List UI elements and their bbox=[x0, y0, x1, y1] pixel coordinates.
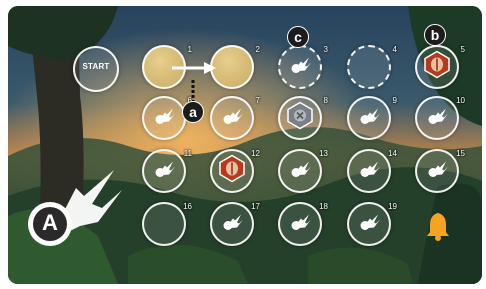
board-space-18[interactable]: 18 bbox=[278, 202, 328, 246]
comet-icon bbox=[360, 108, 380, 124]
space-number: 18 bbox=[319, 202, 328, 211]
space-content bbox=[358, 160, 380, 183]
move-arrow-icon bbox=[172, 62, 216, 74]
comet-icon bbox=[360, 214, 380, 230]
board-space-7[interactable]: 7 bbox=[210, 96, 260, 140]
board-space-13[interactable]: 13 bbox=[278, 149, 328, 193]
space-content bbox=[426, 160, 448, 183]
space-content bbox=[289, 160, 311, 183]
red-hex-token-icon bbox=[219, 154, 245, 183]
space-content bbox=[358, 213, 380, 236]
space-number: 8 bbox=[323, 96, 328, 105]
space-number: 15 bbox=[456, 149, 465, 158]
board-space-10[interactable]: 10 bbox=[415, 96, 465, 140]
comet-icon bbox=[291, 214, 311, 230]
board-space-15[interactable]: 15 bbox=[415, 149, 465, 193]
grey-hex-token-icon bbox=[287, 101, 313, 130]
board-space-6[interactable]: 6 bbox=[142, 96, 192, 140]
player-token[interactable]: A bbox=[18, 160, 128, 250]
board-space-4[interactable]: 4 bbox=[347, 45, 397, 89]
marker-b: b bbox=[424, 24, 446, 46]
space-content bbox=[289, 213, 311, 236]
space-content bbox=[426, 107, 448, 130]
board-space-9[interactable]: 9 bbox=[347, 96, 397, 140]
board-space-11[interactable]: 11 bbox=[142, 149, 192, 193]
board-space-3[interactable]: 3 bbox=[278, 45, 328, 89]
player-letter: A bbox=[42, 210, 58, 235]
space-content bbox=[219, 154, 245, 188]
board-space-8[interactable]: 8 bbox=[278, 96, 328, 140]
comet-icon bbox=[155, 108, 175, 124]
marker-c: c bbox=[287, 26, 309, 48]
space-number: 12 bbox=[251, 149, 260, 158]
board-space-5[interactable]: 5 bbox=[415, 45, 465, 89]
board-space-16[interactable]: 16 bbox=[142, 202, 192, 246]
board-space-19[interactable]: 19 bbox=[347, 202, 397, 246]
space-content bbox=[221, 107, 243, 130]
start-space[interactable]: START bbox=[73, 46, 119, 92]
bell-icon bbox=[427, 213, 449, 241]
space-number: 5 bbox=[460, 45, 465, 54]
comet-icon bbox=[291, 161, 311, 177]
space-content bbox=[289, 56, 311, 79]
space-number: 17 bbox=[251, 202, 260, 211]
space-content bbox=[153, 107, 175, 130]
space-content bbox=[424, 50, 450, 84]
start-label: START bbox=[82, 62, 110, 71]
space-number: 2 bbox=[255, 45, 260, 54]
space-number: 9 bbox=[392, 96, 397, 105]
space-number: 14 bbox=[388, 149, 397, 158]
board-space-12[interactable]: 12 bbox=[210, 149, 260, 193]
space-number: 4 bbox=[392, 45, 397, 54]
space-content bbox=[221, 213, 243, 236]
comet-icon bbox=[155, 161, 175, 177]
space-number: 16 bbox=[183, 202, 192, 211]
marker-a: a bbox=[182, 101, 204, 123]
space-content bbox=[287, 101, 313, 135]
space-number: 3 bbox=[323, 45, 328, 54]
comet-icon bbox=[291, 57, 311, 73]
board-space-14[interactable]: 14 bbox=[347, 149, 397, 193]
red-hex-token-icon bbox=[424, 50, 450, 79]
space-content bbox=[153, 160, 175, 183]
board-space-17[interactable]: 17 bbox=[210, 202, 260, 246]
space-content bbox=[358, 107, 380, 130]
comet-icon bbox=[360, 161, 380, 177]
space-number: 10 bbox=[456, 96, 465, 105]
space-number: 1 bbox=[187, 45, 192, 54]
game-board: START 12345678910111213141516171819 a b … bbox=[0, 0, 486, 289]
player-comet-icon bbox=[28, 170, 122, 246]
comet-icon bbox=[223, 214, 243, 230]
comet-icon bbox=[223, 108, 243, 124]
space-number: 13 bbox=[319, 149, 328, 158]
space-number: 11 bbox=[183, 149, 192, 158]
space-number: 19 bbox=[388, 202, 397, 211]
comet-icon bbox=[428, 108, 448, 124]
space-number: 7 bbox=[255, 96, 260, 105]
comet-icon bbox=[428, 161, 448, 177]
